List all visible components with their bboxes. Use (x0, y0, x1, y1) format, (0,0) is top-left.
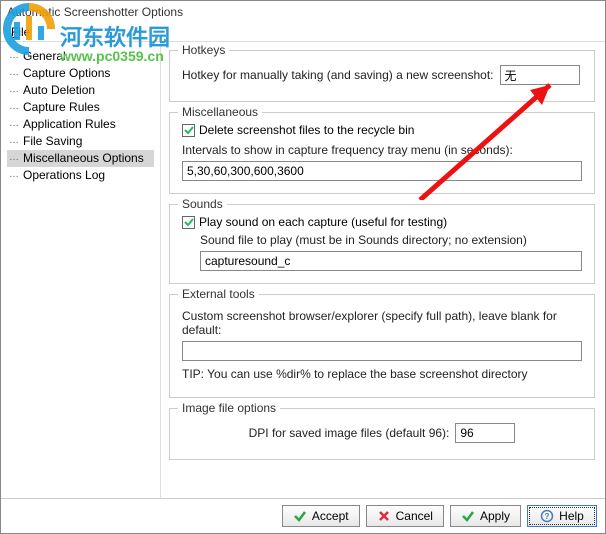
play-sound-label: Play sound on each capture (useful for t… (199, 215, 447, 229)
button-bar: Accept Cancel Apply ? Help (1, 498, 605, 533)
group-image-file-options: Image file options DPI for saved image f… (169, 408, 595, 460)
checkbox-icon (182, 216, 195, 229)
sidebar-item-file-saving[interactable]: File Saving (7, 133, 154, 150)
help-icon: ? (540, 509, 554, 523)
hotkey-label: Hotkey for manually taking (and saving) … (182, 68, 494, 82)
ext-browser-label: Custom screenshot browser/explorer (spec… (182, 309, 582, 337)
legend-miscellaneous: Miscellaneous (178, 105, 262, 119)
svg-text:?: ? (545, 512, 550, 521)
cancel-button[interactable]: Cancel (366, 505, 444, 527)
check-icon (293, 509, 307, 523)
group-miscellaneous: Miscellaneous Delete screenshot files to… (169, 112, 595, 194)
dpi-input[interactable] (455, 423, 515, 443)
hotkey-input[interactable] (500, 65, 580, 85)
check-icon (461, 509, 475, 523)
play-sound-checkbox[interactable]: Play sound on each capture (useful for t… (182, 215, 582, 229)
sidebar-item-auto-deletion[interactable]: Auto Deletion (7, 82, 154, 99)
ext-tip: TIP: You can use %dir% to replace the ba… (182, 367, 528, 381)
body: General Capture Options Auto Deletion Ca… (1, 41, 605, 498)
legend-external-tools: External tools (178, 287, 259, 301)
options-window: Automatic Screenshotter Options File Gen… (0, 0, 606, 534)
menu-file[interactable]: File (5, 23, 36, 41)
accept-button[interactable]: Accept (282, 505, 360, 527)
window-title: Automatic Screenshotter Options (7, 5, 183, 19)
dpi-label: DPI for saved image files (default 96): (249, 426, 450, 440)
delete-recycle-label: Delete screenshot files to the recycle b… (199, 123, 414, 137)
cross-icon (377, 509, 391, 523)
titlebar: Automatic Screenshotter Options (1, 1, 605, 23)
legend-image-file-options: Image file options (178, 401, 280, 415)
intervals-label: Intervals to show in capture frequency t… (182, 143, 513, 157)
sidebar: General Capture Options Auto Deletion Ca… (1, 42, 161, 498)
delete-recycle-checkbox[interactable]: Delete screenshot files to the recycle b… (182, 123, 582, 137)
help-button[interactable]: ? Help (527, 505, 597, 527)
sidebar-item-general[interactable]: General (7, 48, 154, 65)
sidebar-item-operations-log[interactable]: Operations Log (7, 167, 154, 184)
sound-file-input[interactable] (200, 251, 582, 271)
sidebar-item-capture-options[interactable]: Capture Options (7, 65, 154, 82)
legend-sounds: Sounds (178, 197, 227, 211)
menubar: File (1, 23, 605, 41)
sidebar-item-application-rules[interactable]: Application Rules (7, 116, 154, 133)
intervals-input[interactable] (182, 161, 582, 181)
options-tree: General Capture Options Auto Deletion Ca… (5, 46, 156, 186)
sound-file-label: Sound file to play (must be in Sounds di… (200, 233, 527, 247)
group-external-tools: External tools Custom screenshot browser… (169, 294, 595, 398)
ext-browser-input[interactable] (182, 341, 582, 361)
sidebar-item-capture-rules[interactable]: Capture Rules (7, 99, 154, 116)
group-sounds: Sounds Play sound on each capture (usefu… (169, 204, 595, 284)
legend-hotkeys: Hotkeys (178, 43, 229, 57)
group-hotkeys: Hotkeys Hotkey for manually taking (and … (169, 50, 595, 102)
checkbox-icon (182, 124, 195, 137)
apply-button[interactable]: Apply (450, 505, 521, 527)
sidebar-item-miscellaneous-options[interactable]: Miscellaneous Options (7, 150, 154, 167)
main-panel: Hotkeys Hotkey for manually taking (and … (161, 42, 605, 498)
